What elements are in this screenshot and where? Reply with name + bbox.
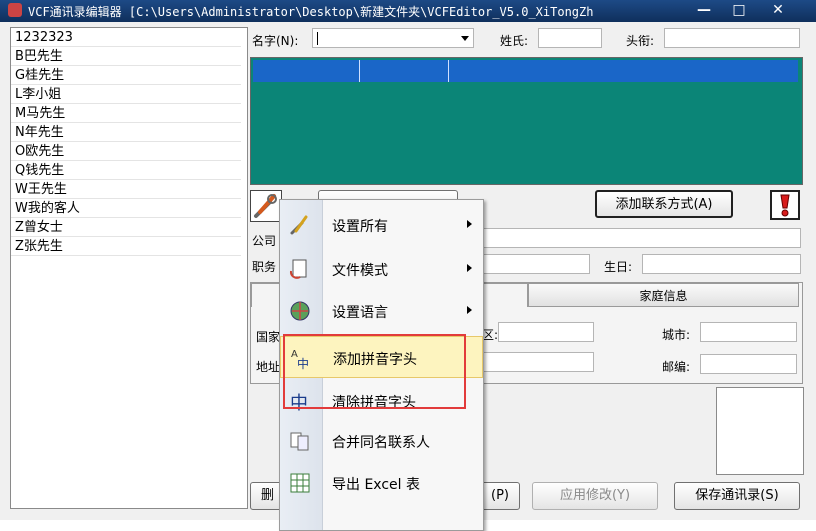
add-contact-method-button[interactable]: 添加联系方式(A) [595, 190, 733, 218]
menu-item-file-mode[interactable]: 文件模式 [280, 248, 483, 290]
chevron-down-icon[interactable] [461, 36, 469, 41]
app-icon [8, 3, 22, 17]
grid-column[interactable] [253, 60, 360, 82]
city-field[interactable] [700, 322, 797, 342]
title-bar: VCF通讯录编辑器 [C:\Users\Administrator\Deskto… [0, 0, 816, 22]
address-field[interactable] [480, 352, 594, 372]
postcode-label: 邮编: [662, 360, 691, 374]
grid-header [253, 60, 798, 82]
contact-methods-grid[interactable] [250, 57, 803, 185]
exclamation-icon[interactable] [770, 190, 800, 220]
list-item[interactable]: M马先生 [11, 104, 241, 123]
exclamation-glyph-icon [780, 194, 790, 217]
position-label: 职务 [252, 260, 277, 274]
text-caret [317, 32, 318, 45]
apply-changes-button[interactable]: 应用修改(Y) [532, 482, 658, 510]
file-mode-icon [289, 259, 307, 279]
birthday-label: 生日: [604, 260, 633, 274]
window-title: VCF通讯录编辑器 [C:\Users\Administrator\Deskto… [28, 5, 594, 19]
country-label: 国家 [256, 330, 281, 344]
list-item[interactable]: N年先生 [11, 123, 241, 142]
city-label: 城市: [662, 328, 691, 342]
title-field[interactable] [664, 28, 800, 48]
district-label: 区: [482, 328, 499, 342]
menu-item-label: 导出 Excel 表 [332, 477, 420, 493]
list-item[interactable]: L李小姐 [11, 85, 241, 104]
list-item[interactable]: B巴先生 [11, 47, 241, 66]
list-item[interactable]: Z张先生 [11, 237, 241, 256]
tools-icon [290, 215, 308, 235]
merge-contacts-icon [290, 432, 309, 451]
name-combobox[interactable] [312, 28, 474, 48]
surname-field[interactable] [538, 28, 602, 48]
menu-item-label: 文件模式 [332, 263, 388, 279]
title-label: 头衔: [626, 34, 655, 48]
address-label: 地址 [256, 360, 281, 374]
close-button[interactable]: ✕ [758, 0, 798, 20]
menu-item-merge-contacts[interactable]: 合并同名联系人 [280, 420, 483, 462]
grid-column[interactable] [360, 60, 449, 82]
menu-item-set-all[interactable]: 设置所有 [280, 204, 483, 246]
tab-family-info[interactable]: 家庭信息 [528, 283, 799, 307]
maximize-button[interactable]: □ [722, 0, 756, 20]
excel-export-icon [290, 473, 310, 493]
save-contacts-button[interactable]: 保存通讯录(S) [674, 482, 800, 510]
list-item[interactable]: Q钱先生 [11, 161, 241, 180]
name-label: 名字(N): [252, 34, 299, 48]
tools-icon[interactable] [250, 190, 282, 222]
birthday-field[interactable] [642, 254, 801, 274]
list-item[interactable]: W王先生 [11, 180, 241, 199]
highlight-annotation [283, 334, 466, 409]
district-field[interactable] [498, 322, 594, 342]
list-item[interactable]: G桂先生 [11, 66, 241, 85]
postcode-field[interactable] [700, 354, 797, 374]
surname-label: 姓氏: [500, 34, 529, 48]
menu-item-set-language[interactable]: 设置语言 [280, 290, 483, 332]
language-icon [290, 301, 310, 321]
list-item[interactable]: Z曾女士 [11, 218, 241, 237]
position-field[interactable] [480, 254, 590, 274]
list-item[interactable]: W我的客人 [11, 199, 241, 218]
contact-list[interactable]: 1232323 B巴先生 G桂先生 L李小姐 M马先生 N年先生 O欧先生 Q钱… [10, 27, 248, 509]
submenu-arrow-icon [467, 264, 472, 272]
company-label: 公司 [252, 234, 277, 248]
menu-item-label: 合并同名联系人 [332, 435, 430, 451]
company-field[interactable] [480, 228, 801, 248]
minimize-button[interactable]: — [687, 0, 721, 20]
menu-item-label: 设置所有 [332, 219, 388, 235]
menu-item-export-excel[interactable]: 导出 Excel 表 [280, 462, 483, 504]
submenu-arrow-icon [467, 220, 472, 228]
menu-item-label: 设置语言 [332, 305, 388, 321]
submenu-arrow-icon [467, 306, 472, 314]
list-item[interactable]: O欧先生 [11, 142, 241, 161]
list-item[interactable]: 1232323 [11, 28, 241, 47]
contact-photo[interactable] [716, 387, 804, 475]
